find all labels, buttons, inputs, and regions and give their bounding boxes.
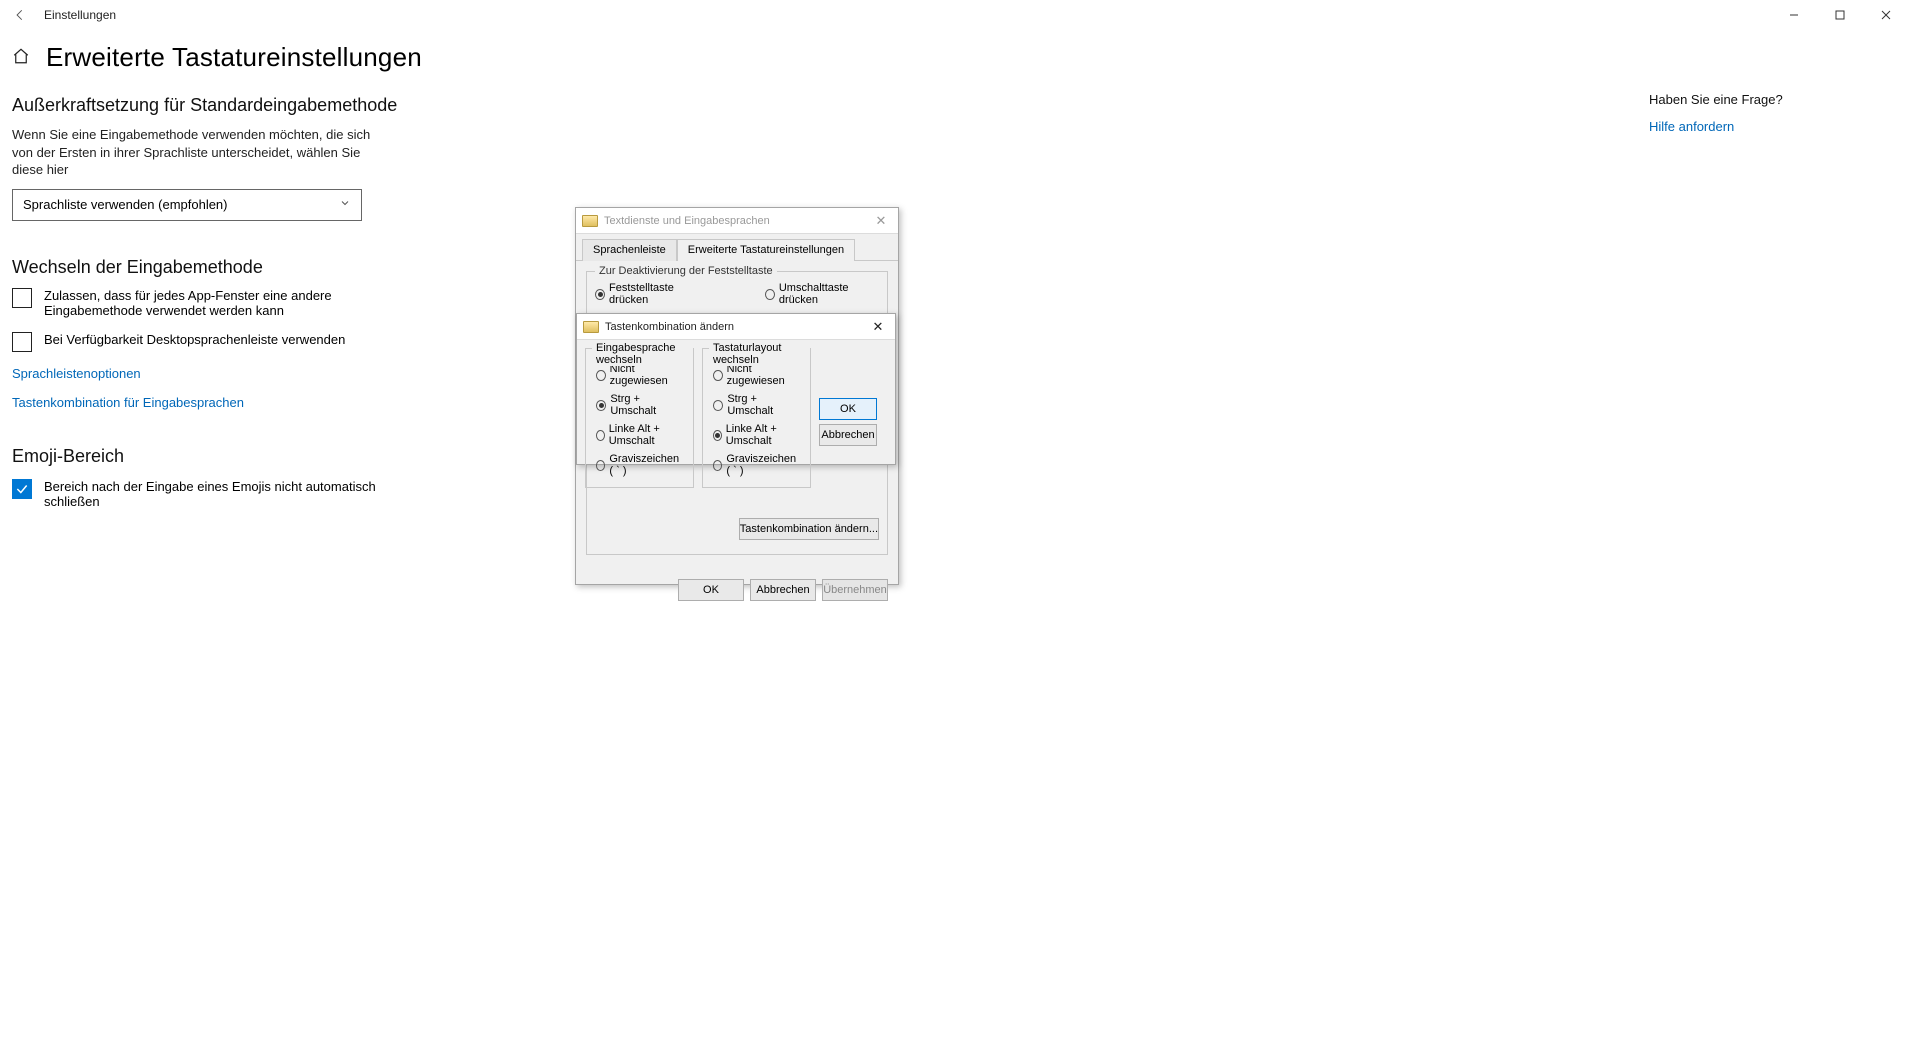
panel-layout-legend: Tastaturlayout wechseln xyxy=(709,342,810,366)
dropdown-value: Sprachliste verwenden (empfohlen) xyxy=(23,197,228,212)
checkbox-per-app-window[interactable] xyxy=(12,288,32,308)
dialog-change-hotkey-title: Tastenkombination ändern xyxy=(605,321,867,333)
radio-layout-ctrl-shift[interactable] xyxy=(713,400,723,411)
radio-lang-ctrl-shift-label: Strg + Umschalt xyxy=(610,393,683,417)
radio-layout-grave[interactable] xyxy=(713,460,722,471)
radio-press-capslock[interactable] xyxy=(595,289,605,300)
dlg1-ok-button[interactable]: OK xyxy=(678,579,744,601)
section-switch-heading: Wechseln der Eingabemethode xyxy=(12,257,612,278)
help-question: Haben Sie eine Frage? xyxy=(1649,92,1879,107)
section-override-heading: Außerkraftsetzung für Standardeingabemet… xyxy=(12,95,612,116)
radio-layout-not-assigned[interactable] xyxy=(713,370,723,381)
keyboard-icon xyxy=(582,215,598,227)
dlg1-apply-button: Übernehmen xyxy=(822,579,888,601)
panel-input-language-legend: Eingabesprache wechseln xyxy=(592,342,693,366)
tab-language-bar[interactable]: Sprachenleiste xyxy=(582,239,677,261)
minimize-button[interactable] xyxy=(1771,0,1817,30)
default-input-method-dropdown[interactable]: Sprachliste verwenden (empfohlen) xyxy=(12,189,362,221)
section-override-desc: Wenn Sie eine Eingabemethode verwenden m… xyxy=(12,126,382,179)
radio-layout-grave-label: Graviszeichen ( ` ) xyxy=(726,453,800,477)
dialog-change-hotkey: Tastenkombination ändern ✕ Eingabesprach… xyxy=(576,313,896,465)
checkbox-per-app-window-label: Zulassen, dass für jedes App-Fenster ein… xyxy=(44,288,382,318)
chevron-down-icon xyxy=(339,197,351,212)
change-hotkey-button[interactable]: Tastenkombination ändern... xyxy=(739,518,879,540)
home-icon[interactable] xyxy=(12,47,30,68)
link-language-bar-options[interactable]: Sprachleistenoptionen xyxy=(12,366,141,381)
page-heading: Erweiterte Tastatureinstellungen xyxy=(46,42,422,73)
checkbox-desktop-language-bar-label: Bei Verfügbarkeit Desktopsprachenleiste … xyxy=(44,332,345,347)
checkbox-emoji-autoclose[interactable] xyxy=(12,479,32,499)
help-sidebar: Haben Sie eine Frage? Hilfe anfordern xyxy=(1649,92,1879,134)
radio-lang-ctrl-shift[interactable] xyxy=(596,400,606,411)
radio-lang-grave-label: Graviszeichen ( ` ) xyxy=(609,453,683,477)
radio-press-capslock-label: Feststelltaste drücken xyxy=(609,282,705,306)
radio-layout-lalt-shift-label: Linke Alt + Umschalt xyxy=(726,423,800,447)
dlg2-cancel-button[interactable]: Abbrechen xyxy=(819,424,877,446)
dialog-change-hotkey-close[interactable]: ✕ xyxy=(867,319,889,335)
radio-layout-not-assigned-label: Nicht zugewiesen xyxy=(727,363,800,387)
fieldset-capslock-legend: Zur Deaktivierung der Feststelltaste xyxy=(595,265,777,277)
radio-lang-grave[interactable] xyxy=(596,460,605,471)
window-titlebar: Einstellungen xyxy=(0,0,1909,30)
checkbox-emoji-autoclose-label: Bereich nach der Eingabe eines Emojis ni… xyxy=(44,479,382,509)
section-emoji-heading: Emoji-Bereich xyxy=(12,446,612,467)
window-title: Einstellungen xyxy=(40,8,116,22)
dlg2-ok-button[interactable]: OK xyxy=(819,398,877,420)
dialog-text-services-close[interactable]: ✕ xyxy=(870,213,892,229)
radio-lang-lalt-shift[interactable] xyxy=(596,430,605,441)
radio-lang-not-assigned-label: Nicht zugewiesen xyxy=(610,363,683,387)
radio-layout-ctrl-shift-label: Strg + Umschalt xyxy=(727,393,800,417)
radio-lang-lalt-shift-label: Linke Alt + Umschalt xyxy=(609,423,683,447)
checkbox-desktop-language-bar[interactable] xyxy=(12,332,32,352)
radio-press-shift[interactable] xyxy=(765,289,775,300)
close-button[interactable] xyxy=(1863,0,1909,30)
dlg1-cancel-button[interactable]: Abbrechen xyxy=(750,579,816,601)
link-hotkey-languages[interactable]: Tastenkombination für Eingabesprachen xyxy=(12,395,244,410)
dialog-text-services-title: Textdienste und Eingabesprachen xyxy=(604,215,870,227)
keyboard-icon xyxy=(583,321,599,333)
radio-lang-not-assigned[interactable] xyxy=(596,370,606,381)
back-button[interactable] xyxy=(0,0,40,30)
radio-press-shift-label: Umschalttaste drücken xyxy=(779,282,879,306)
radio-layout-lalt-shift[interactable] xyxy=(713,430,722,441)
maximize-button[interactable] xyxy=(1817,0,1863,30)
help-link[interactable]: Hilfe anfordern xyxy=(1649,119,1734,134)
tab-advanced-keyboard[interactable]: Erweiterte Tastatureinstellungen xyxy=(677,239,855,261)
